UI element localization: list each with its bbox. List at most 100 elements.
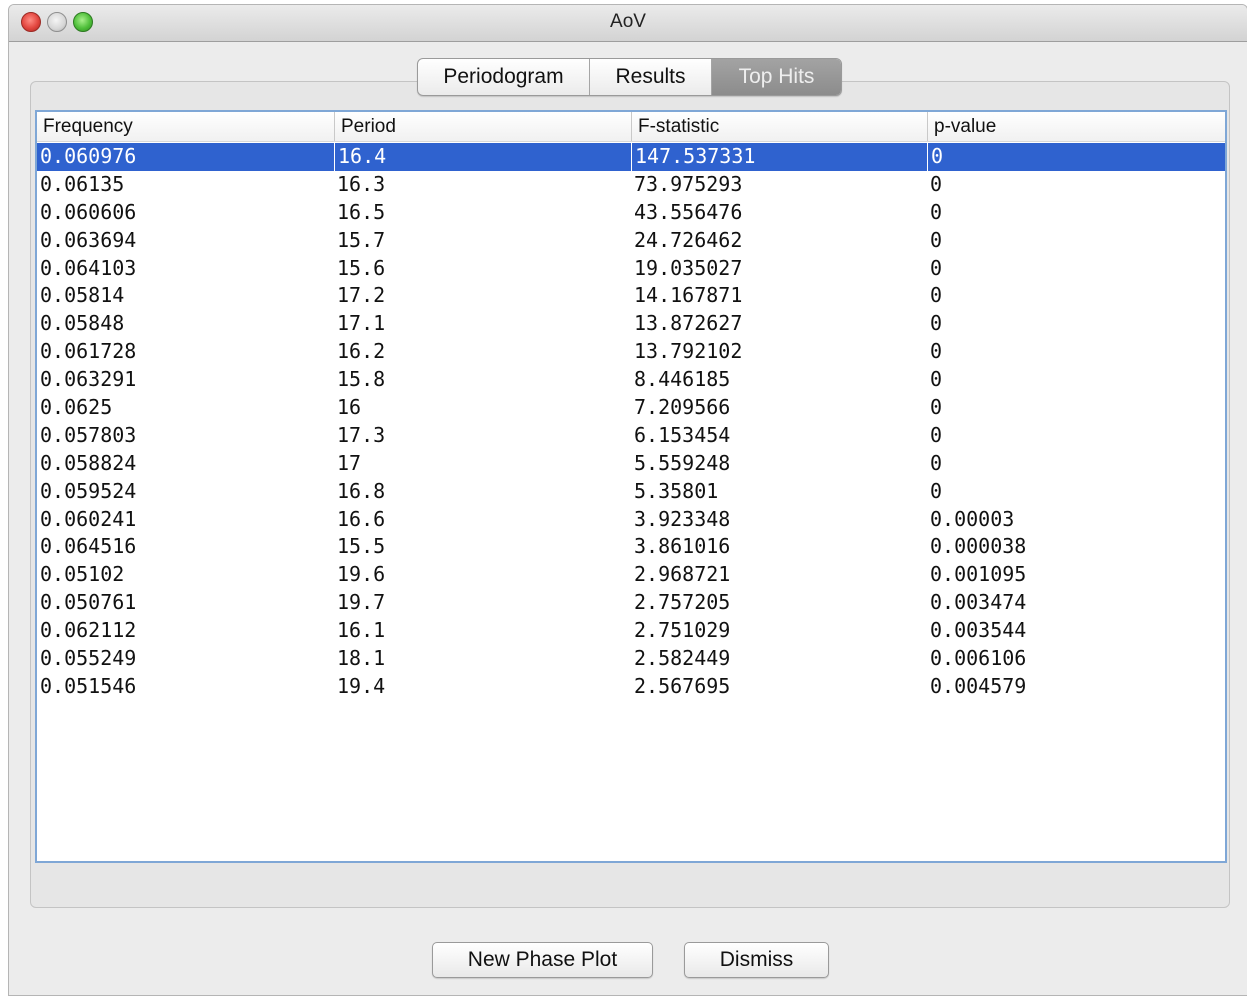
table-row[interactable]: 0.057803 17.3 6.153454 0	[37, 422, 1225, 450]
cell-frequency: 0.062112	[40, 618, 137, 643]
cell-p-value: 0	[930, 171, 943, 196]
tab-periodogram[interactable]: Periodogram	[418, 59, 590, 95]
cell-period: 16.5	[337, 199, 386, 224]
cell-p-value: 0.000038	[930, 534, 1027, 559]
cell-p-value: 0.00003	[930, 506, 1015, 531]
cell-frequency: 0.064103	[40, 255, 137, 280]
table-row[interactable]: 0.060241 16.6 3.923348 0.00003	[37, 506, 1225, 534]
cell-frequency: 0.058824	[40, 450, 137, 475]
cell-frequency: 0.059524	[40, 478, 137, 503]
cell-f-statistic: 24.726462	[634, 227, 743, 252]
aov-window: AoV Periodogram Results Top Hits Frequen…	[8, 4, 1247, 996]
cell-p-value: 0.003544	[930, 618, 1027, 643]
dismiss-button[interactable]: Dismiss	[684, 942, 829, 978]
cell-f-statistic: 2.968721	[634, 562, 731, 587]
table-row[interactable]: 0.0625 16 7.209566 0	[37, 394, 1225, 422]
cell-f-statistic: 13.872627	[634, 311, 743, 336]
cell-frequency: 0.060241	[40, 506, 137, 531]
cell-f-statistic: 13.792102	[634, 339, 743, 364]
cell-frequency: 0.055249	[40, 646, 137, 671]
cell-frequency: 0.050761	[40, 590, 137, 615]
cell-p-value: 0.001095	[930, 562, 1027, 587]
table-row[interactable]: 0.061728 16.2 13.792102 0	[37, 338, 1225, 366]
tab-bar: Periodogram Results Top Hits	[417, 58, 842, 96]
cell-period: 15.6	[337, 255, 386, 280]
cell-period: 16.1	[337, 618, 386, 643]
top-hits-table[interactable]: Frequency Period F-statistic p-value 0.0…	[35, 110, 1227, 863]
table-row[interactable]: 0.050761 19.7 2.757205 0.003474	[37, 589, 1225, 617]
tab-results[interactable]: Results	[590, 59, 712, 95]
cell-p-value: 0	[930, 311, 943, 336]
table-row[interactable]: 0.063291 15.8 8.446185 0	[37, 366, 1225, 394]
table-row[interactable]: 0.05814 17.2 14.167871 0	[37, 282, 1225, 310]
table-row[interactable]: 0.059524 16.8 5.35801 0	[37, 478, 1225, 506]
table-row[interactable]: 0.06135 16.3 73.975293 0	[37, 171, 1225, 199]
cell-period: 19.7	[337, 590, 386, 615]
cell-period: 19.6	[337, 562, 386, 587]
column-header-period[interactable]: Period	[334, 112, 631, 141]
table-row[interactable]: 0.05848 17.1 13.872627 0	[37, 310, 1225, 338]
cell-p-value: 0	[930, 283, 943, 308]
table-row[interactable]: 0.05102 19.6 2.968721 0.001095	[37, 561, 1225, 589]
cell-frequency: 0.063291	[40, 367, 137, 392]
column-header-f-statistic[interactable]: F-statistic	[631, 112, 927, 141]
cell-f-statistic: 43.556476	[634, 199, 743, 224]
cell-period: 18.1	[337, 646, 386, 671]
cell-period: 16.3	[337, 171, 386, 196]
cell-period: 16.2	[337, 339, 386, 364]
cell-frequency: 0.060606	[40, 199, 137, 224]
cell-period: 16.4	[334, 143, 631, 171]
cell-period: 17.2	[337, 283, 386, 308]
cell-f-statistic: 147.537331	[631, 143, 927, 171]
table-row[interactable]: 0.060606 16.5 43.556476 0	[37, 199, 1225, 227]
cell-period: 17.1	[337, 311, 386, 336]
cell-period: 16.8	[337, 478, 386, 503]
cell-frequency: 0.057803	[40, 422, 137, 447]
cell-f-statistic: 3.923348	[634, 506, 731, 531]
cell-p-value: 0	[930, 450, 943, 475]
table-row[interactable]: 0.060976 16.4 147.537331 0	[37, 143, 1225, 171]
table-row[interactable]: 0.058824 17 5.559248 0	[37, 450, 1225, 478]
cell-frequency: 0.064516	[40, 534, 137, 559]
table-body: 0.060976 16.4 147.537331 0 0.06135 16.3 73.975…	[37, 143, 1225, 701]
table-row[interactable]: 0.051546 19.4 2.567695 0.004579	[37, 673, 1225, 701]
cell-period: 16.6	[337, 506, 386, 531]
cell-p-value: 0.003474	[930, 590, 1027, 615]
cell-p-value: 0	[930, 395, 943, 420]
cell-f-statistic: 2.567695	[634, 673, 731, 698]
window-title: AoV	[610, 11, 646, 32]
cell-p-value: 0	[930, 339, 943, 364]
cell-p-value: 0.006106	[930, 646, 1027, 671]
column-header-frequency[interactable]: Frequency	[37, 112, 334, 141]
cell-p-value: 0	[927, 143, 1225, 171]
table-row[interactable]: 0.064103 15.6 19.035027 0	[37, 255, 1225, 283]
cell-f-statistic: 8.446185	[634, 367, 731, 392]
cell-f-statistic: 6.153454	[634, 422, 731, 447]
cell-frequency: 0.060976	[40, 144, 137, 168]
tab-top-hits[interactable]: Top Hits	[712, 59, 841, 95]
cell-p-value: 0	[930, 227, 943, 252]
cell-p-value: 0	[930, 255, 943, 280]
cell-p-value: 0	[930, 422, 943, 447]
cell-period: 19.4	[337, 673, 386, 698]
table-row[interactable]: 0.063694 15.7 24.726462 0	[37, 227, 1225, 255]
cell-f-statistic: 73.975293	[634, 171, 743, 196]
new-phase-plot-button[interactable]: New Phase Plot	[432, 942, 653, 978]
table-row[interactable]: 0.064516 15.5 3.861016 0.000038	[37, 533, 1225, 561]
cell-f-statistic: 5.559248	[634, 450, 731, 475]
table-row[interactable]: 0.062112 16.1 2.751029 0.003544	[37, 617, 1225, 645]
cell-f-statistic: 3.861016	[634, 534, 731, 559]
cell-p-value: 0.004579	[930, 673, 1027, 698]
table-row[interactable]: 0.055249 18.1 2.582449 0.006106	[37, 645, 1225, 673]
title-bar[interactable]: AoV	[9, 5, 1247, 42]
cell-f-statistic: 5.35801	[634, 478, 719, 503]
column-header-p-value[interactable]: p-value	[927, 112, 1225, 141]
cell-period: 15.5	[337, 534, 386, 559]
cell-f-statistic: 7.209566	[634, 395, 731, 420]
cell-frequency: 0.06135	[40, 171, 125, 196]
cell-f-statistic: 2.757205	[634, 590, 731, 615]
cell-frequency: 0.063694	[40, 227, 137, 252]
cell-f-statistic: 19.035027	[634, 255, 743, 280]
cell-f-statistic: 14.167871	[634, 283, 743, 308]
cell-f-statistic: 2.751029	[634, 618, 731, 643]
